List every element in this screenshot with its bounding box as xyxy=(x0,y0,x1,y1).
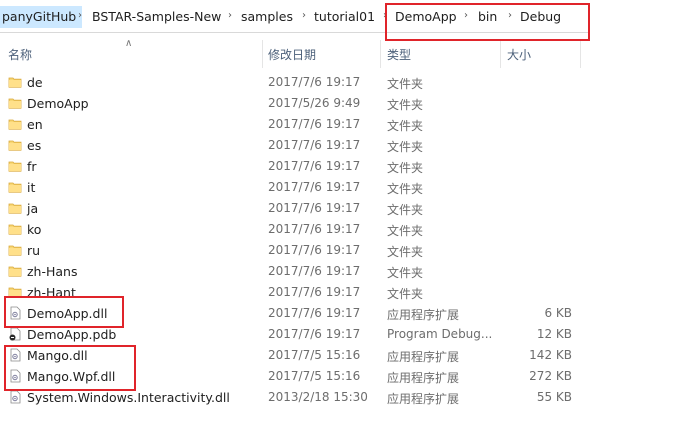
file-modified-date: 2017/7/6 19:17 xyxy=(268,75,361,89)
file-type: 文件夹 xyxy=(387,77,424,91)
file-name: de xyxy=(27,75,43,90)
sort-ascending-icon: ∧ xyxy=(125,38,133,49)
folder-icon xyxy=(8,180,22,194)
file-modified-date: 2017/7/6 19:17 xyxy=(268,138,361,152)
folder-icon xyxy=(8,96,22,110)
file-row[interactable]: de 2017/7/6 19:17 文件夹 xyxy=(0,72,590,93)
file-modified-date: 2017/5/26 9:49 xyxy=(268,96,361,110)
file-row[interactable]: fr 2017/7/6 19:17 文件夹 xyxy=(0,156,590,177)
chevron-right-icon[interactable]: › xyxy=(78,10,82,21)
file-modified-date: 2017/7/6 19:17 xyxy=(268,285,361,299)
highlight-box-path xyxy=(385,3,590,41)
file-row[interactable]: it 2017/7/6 19:17 文件夹 xyxy=(0,177,590,198)
file-row[interactable]: en 2017/7/6 19:17 文件夹 xyxy=(0,114,590,135)
file-name: DemoApp.pdb xyxy=(27,327,117,342)
column-divider[interactable] xyxy=(380,40,381,68)
file-name: DemoApp xyxy=(27,96,89,111)
file-modified-date: 2017/7/6 19:17 xyxy=(268,306,361,320)
column-divider[interactable] xyxy=(500,40,501,68)
file-modified-date: 2013/2/18 15:30 xyxy=(268,390,368,404)
file-type: 文件夹 xyxy=(387,266,424,280)
column-header-name[interactable]: 名称 xyxy=(8,46,32,63)
file-modified-date: 2017/7/6 19:17 xyxy=(268,201,361,215)
file-modified-date: 2017/7/6 19:17 xyxy=(268,159,361,173)
file-size: 272 KB xyxy=(529,369,572,383)
dll-file-icon xyxy=(8,390,22,404)
folder-icon xyxy=(8,138,22,152)
file-row[interactable]: zh-Hans 2017/7/6 19:17 文件夹 xyxy=(0,261,590,282)
file-row[interactable]: es 2017/7/6 19:17 文件夹 xyxy=(0,135,590,156)
file-type: 应用程序扩展 xyxy=(387,371,460,385)
breadcrumb-item-companygithub[interactable]: panyGitHub xyxy=(0,6,83,28)
folder-icon xyxy=(8,159,22,173)
file-modified-date: 2017/7/5 15:16 xyxy=(268,369,361,383)
file-name: es xyxy=(27,138,42,153)
column-header-size[interactable]: 大小 xyxy=(507,46,531,63)
file-type: 文件夹 xyxy=(387,224,424,238)
folder-icon xyxy=(8,222,22,236)
file-type: 应用程序扩展 xyxy=(387,392,460,406)
file-name: en xyxy=(27,117,43,132)
file-name: it xyxy=(27,180,36,195)
file-type: Program Debug... xyxy=(387,327,493,341)
file-type: 文件夹 xyxy=(387,98,424,112)
file-type: 文件夹 xyxy=(387,287,424,301)
file-name: System.Windows.Interactivity.dll xyxy=(27,390,230,405)
column-header-date[interactable]: 修改日期 xyxy=(268,46,316,63)
file-type: 应用程序扩展 xyxy=(387,350,460,364)
file-name: zh-Hans xyxy=(27,264,78,279)
pdb-file-icon xyxy=(8,327,22,341)
file-type: 文件夹 xyxy=(387,245,424,259)
file-name: fr xyxy=(27,159,37,174)
column-divider[interactable] xyxy=(580,40,581,68)
file-row[interactable]: ru 2017/7/6 19:17 文件夹 xyxy=(0,240,590,261)
file-name: ru xyxy=(27,243,41,258)
file-type: 文件夹 xyxy=(387,203,424,217)
folder-icon xyxy=(8,75,22,89)
breadcrumb-item-samples[interactable]: samples xyxy=(241,9,293,24)
file-modified-date: 2017/7/6 19:17 xyxy=(268,243,361,257)
file-name: ja xyxy=(27,201,39,216)
highlight-box-demoapp-dll xyxy=(4,296,124,328)
file-type: 文件夹 xyxy=(387,182,424,196)
file-modified-date: 2017/7/6 19:17 xyxy=(268,327,361,341)
file-modified-date: 2017/7/6 19:17 xyxy=(268,222,361,236)
file-modified-date: 2017/7/6 19:17 xyxy=(268,264,361,278)
folder-icon xyxy=(8,201,22,215)
file-modified-date: 2017/7/5 15:16 xyxy=(268,348,361,362)
file-type: 文件夹 xyxy=(387,140,424,154)
file-size: 142 KB xyxy=(529,348,572,362)
file-modified-date: 2017/7/6 19:17 xyxy=(268,180,361,194)
column-header-type[interactable]: 类型 xyxy=(387,46,411,63)
folder-icon xyxy=(8,243,22,257)
file-row[interactable]: ko 2017/7/6 19:17 文件夹 xyxy=(0,219,590,240)
column-header-row: ∧ 名称 修改日期 类型 大小 xyxy=(0,38,590,68)
file-type: 文件夹 xyxy=(387,161,424,175)
chevron-right-icon[interactable]: › xyxy=(228,10,232,21)
column-divider[interactable] xyxy=(262,40,263,68)
chevron-right-icon[interactable]: › xyxy=(302,10,306,21)
file-modified-date: 2017/7/6 19:17 xyxy=(268,117,361,131)
file-size: 12 KB xyxy=(536,327,572,341)
breadcrumb-item-tutorial01[interactable]: tutorial01 xyxy=(314,9,375,24)
file-size: 6 KB xyxy=(544,306,572,320)
file-type: 应用程序扩展 xyxy=(387,308,460,322)
folder-icon xyxy=(8,117,22,131)
file-size: 55 KB xyxy=(536,390,572,404)
file-row[interactable]: DemoApp 2017/5/26 9:49 文件夹 xyxy=(0,93,590,114)
breadcrumb-item-bstar-samples-new[interactable]: BSTAR-Samples-New xyxy=(92,9,221,24)
file-name: ko xyxy=(27,222,42,237)
file-row[interactable]: ja 2017/7/6 19:17 文件夹 xyxy=(0,198,590,219)
highlight-box-mango-dlls xyxy=(4,345,136,391)
folder-icon xyxy=(8,264,22,278)
file-type: 文件夹 xyxy=(387,119,424,133)
